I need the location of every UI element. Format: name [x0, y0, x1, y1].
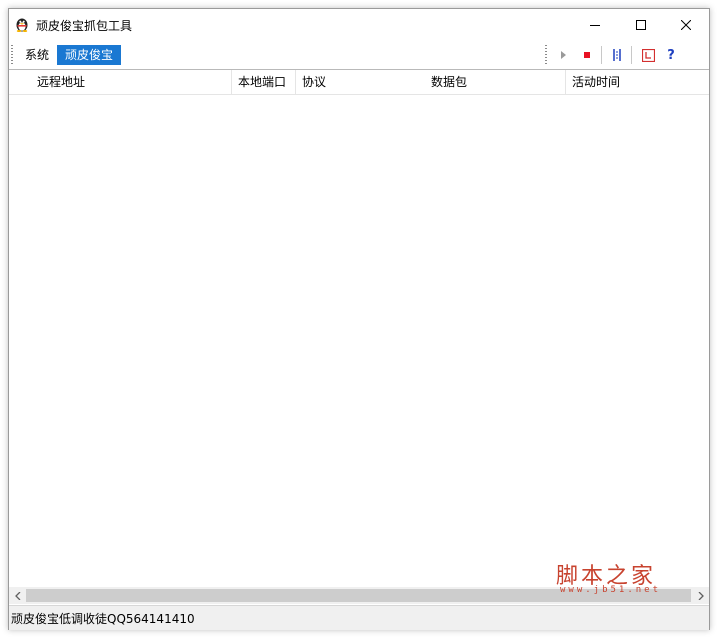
toolbar-grip[interactable] [545, 45, 547, 64]
maximize-button[interactable] [618, 9, 664, 40]
clock-button[interactable] [640, 47, 656, 63]
play-icon [561, 51, 566, 59]
scroll-left-button[interactable] [9, 587, 26, 604]
toolbar-separator [601, 46, 602, 64]
minimize-button[interactable] [572, 9, 618, 40]
toolbar-separator [631, 46, 632, 64]
list-header: 远程地址 本地端口 协议 数据包 活动时间 [9, 70, 709, 95]
penguin-icon [14, 16, 30, 32]
help-button[interactable]: ? [663, 47, 679, 63]
chevron-right-icon [698, 591, 704, 600]
scroll-right-button[interactable] [692, 587, 709, 604]
maximize-icon [636, 19, 646, 30]
stop-button[interactable] [579, 47, 595, 63]
status-text: 顽皮俊宝低调收徒QQ564141410 [11, 612, 195, 626]
window-title: 顽皮俊宝抓包工具 [36, 19, 133, 33]
connection-list[interactable]: 远程地址 本地端口 协议 数据包 活动时间 [9, 69, 709, 587]
close-button[interactable] [663, 9, 709, 40]
columns-button[interactable] [609, 47, 625, 63]
scrollbar-thumb[interactable] [26, 589, 691, 602]
menu-item-system[interactable]: 系统 [17, 45, 57, 65]
minimize-icon [590, 24, 600, 26]
menu-item-wanpi[interactable]: 顽皮俊宝 [57, 45, 122, 65]
status-bar: 顽皮俊宝低调收徒QQ564141410 [9, 605, 709, 630]
title-bar[interactable]: 顽皮俊宝抓包工具 [9, 9, 709, 40]
column-active-time[interactable]: 活动时间 [565, 70, 709, 94]
menu-grip[interactable] [11, 45, 13, 64]
column-remote-address[interactable]: 远程地址 [31, 70, 231, 94]
column-packets[interactable]: 数据包 [425, 70, 565, 94]
stop-icon [584, 52, 590, 58]
app-window: 顽皮俊宝抓包工具 系统 顽皮俊宝 ? 远程地址 本地端口 协议 数据包 活动时间… [8, 8, 710, 630]
horizontal-scrollbar[interactable] [9, 587, 709, 604]
help-icon: ? [667, 47, 675, 63]
start-button[interactable] [555, 47, 571, 63]
chevron-left-icon [14, 591, 20, 600]
column-protocol[interactable]: 协议 [295, 70, 425, 94]
clock-icon [641, 48, 655, 62]
column-local-port[interactable]: 本地端口 [231, 70, 295, 94]
columns-icon [613, 49, 621, 61]
toolbar: ? [541, 42, 709, 67]
close-icon [681, 19, 691, 30]
